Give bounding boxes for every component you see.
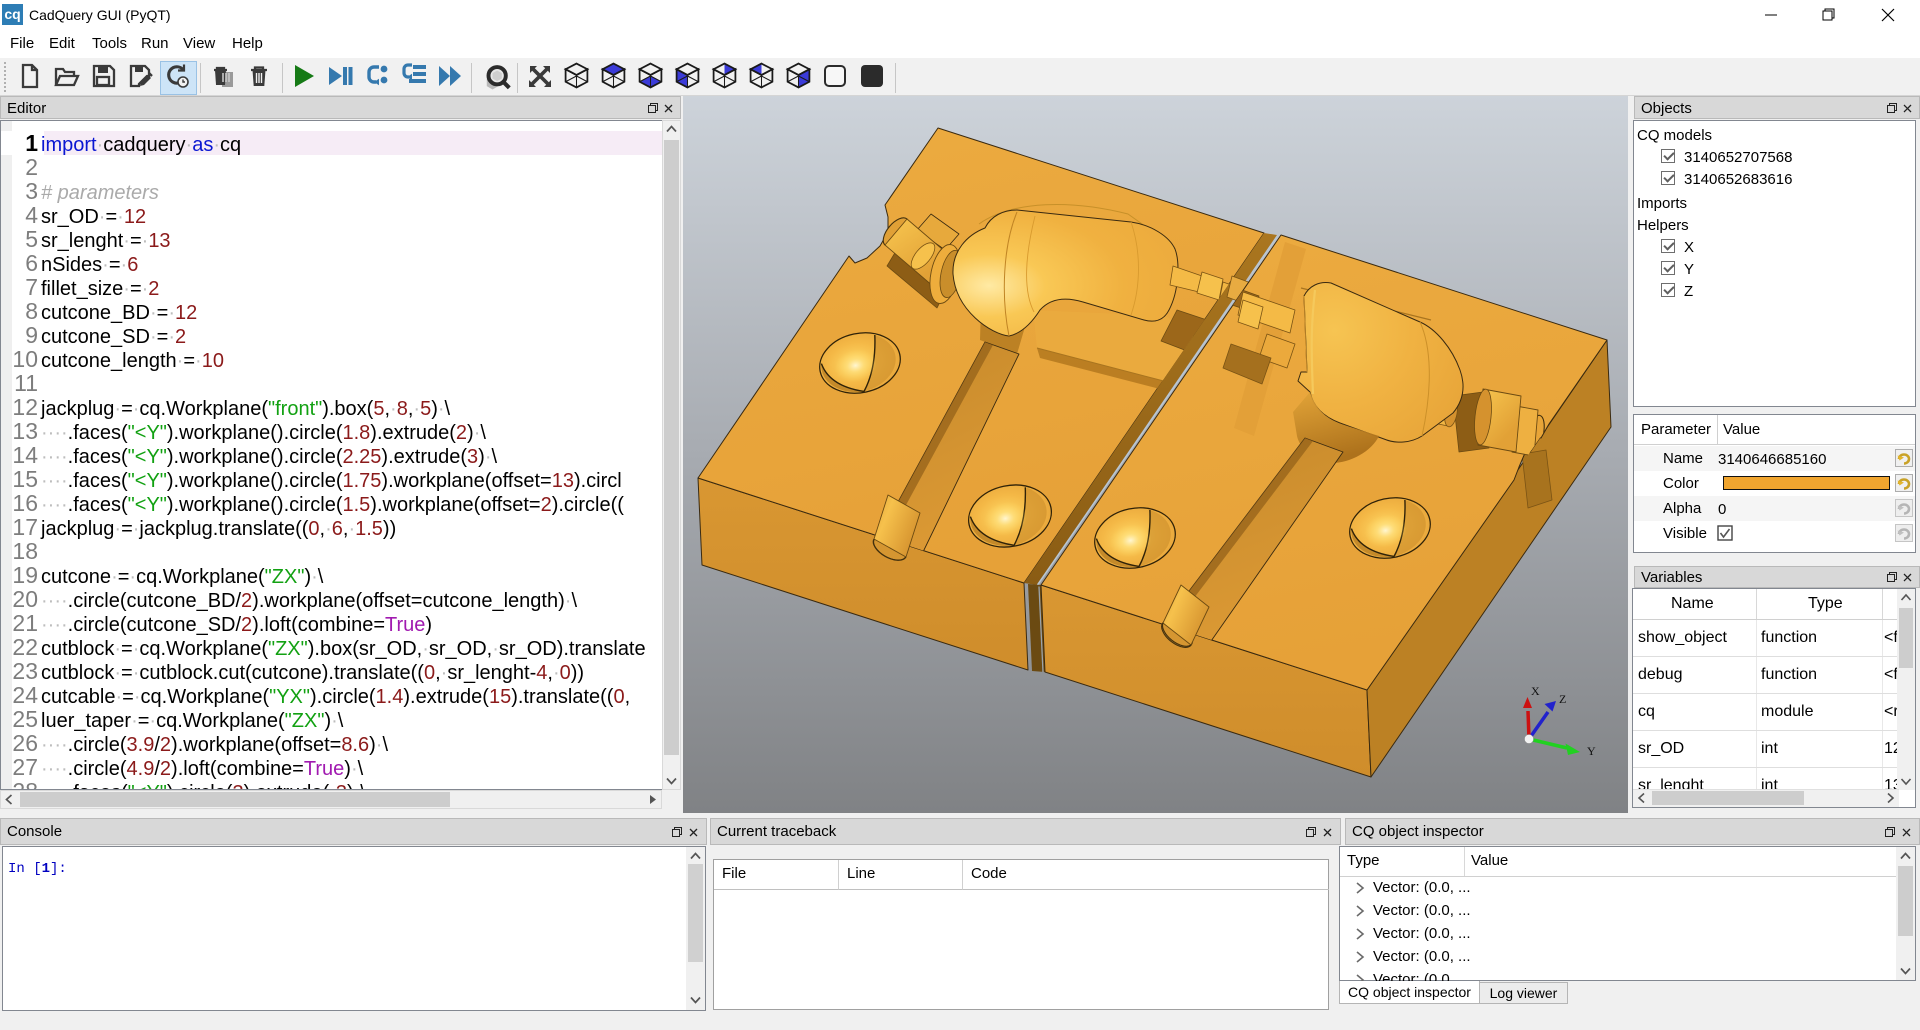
svg-text:X: X [1531, 684, 1540, 698]
svg-text:Y: Y [1587, 744, 1596, 758]
svg-text:Z: Z [1559, 692, 1566, 706]
